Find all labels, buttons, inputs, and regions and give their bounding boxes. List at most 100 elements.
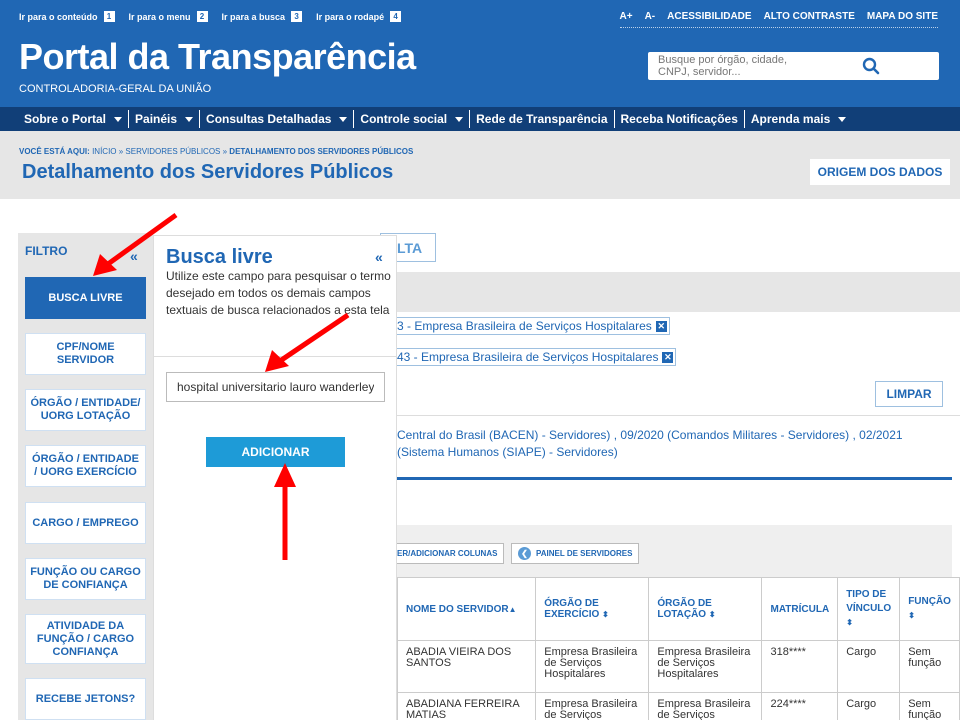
filter-atividade-funcao[interactable]: ATIVIDADE DA FUNÇÃO / CARGO CONFIANÇA — [25, 614, 146, 664]
font-increase-link[interactable]: A+ — [620, 11, 633, 22]
origem-dos-dados-button[interactable]: ORIGEM DOS DADOS — [810, 159, 950, 185]
cell-orgao-lotacao: Empresa Brasileira de Serviços Hospitala… — [648, 692, 763, 720]
column-header-label: NOME DO SERVIDOR — [406, 603, 509, 615]
site-map-link[interactable]: MAPA DO SITE — [867, 11, 938, 22]
skip-link-footer[interactable]: Ir para o rodapé 4 — [316, 11, 402, 22]
filter-cpf-nome[interactable]: CPF/NOME SERVIDOR — [25, 333, 146, 375]
search-icon[interactable] — [794, 53, 940, 79]
nav-item-paineis[interactable]: Painéis — [129, 110, 201, 128]
column-header-matricula[interactable]: MATRÍCULA — [761, 577, 839, 641]
double-chevron-left-icon[interactable]: « — [375, 249, 383, 265]
chevron-left-circle-icon: ❮ — [518, 547, 531, 560]
filter-recebe-jetons[interactable]: RECEBE JETONS? — [25, 678, 146, 720]
search-input[interactable]: Busque por órgão, cidade, CNPJ, servidor… — [648, 54, 794, 78]
results-table: NOME DO SERVIDOR▲ ÓRGÃO DE EXERCÍCIO ⬍ Ó… — [396, 577, 960, 720]
column-header-label: ÓRGÃO DE EXERCÍCIO — [544, 598, 600, 620]
breadcrumb-path[interactable]: INÍCIO » SERVIDORES PÚBLICOS » — [92, 147, 229, 156]
site-title[interactable]: Portal da Transparência — [19, 36, 416, 78]
nav-item-notificacoes[interactable]: Receba Notificações — [615, 110, 745, 128]
column-header-orgao-exercicio[interactable]: ÓRGÃO DE EXERCÍCIO ⬍ — [535, 577, 650, 641]
chevron-down-icon — [838, 116, 847, 122]
cell-funcao: Sem função — [899, 692, 960, 720]
nav-item-rede[interactable]: Rede de Transparência — [470, 110, 615, 128]
filter-orgao-exercicio[interactable]: ÓRGÃO / ENTIDADE / UORG EXERCÍCIO — [25, 445, 146, 487]
skip-link-label: Ir para o menu — [128, 11, 191, 22]
chevron-down-icon — [455, 116, 464, 122]
cell-orgao-lotacao: Empresa Brasileira de Serviços Hospitala… — [648, 640, 763, 693]
cell-orgao-exercicio: Empresa Brasileira de Serviços Hospitala… — [535, 640, 650, 693]
filter-panel: FILTRO « BUSCA LIVRE CPF/NOME SERVIDOR Ó… — [18, 233, 153, 720]
nav-item-sobre[interactable]: Sobre o Portal — [18, 110, 130, 128]
column-header-nome[interactable]: NOME DO SERVIDOR▲ — [396, 577, 537, 641]
filter-cargo-emprego[interactable]: CARGO / EMPREGO — [25, 502, 146, 544]
double-chevron-left-icon[interactable]: « — [130, 248, 138, 264]
add-columns-label: ER/ADICIONAR COLUNAS — [397, 549, 498, 558]
skip-link-menu[interactable]: Ir para o menu 2 — [129, 11, 208, 22]
breadcrumb-prefix: VOCÊ ESTÁ AQUI: — [19, 147, 90, 156]
filter-funcao-cargo[interactable]: FUNÇÃO OU CARGO DE CONFIANÇA — [25, 558, 146, 600]
divider — [380, 477, 952, 480]
table-header-row: NOME DO SERVIDOR▲ ÓRGÃO DE EXERCÍCIO ⬍ Ó… — [396, 577, 960, 641]
column-header-label: FUNÇÃO — [908, 596, 951, 607]
sort-asc-icon: ▲ — [508, 604, 517, 614]
skip-link-key: 3 — [291, 11, 303, 22]
site-header: Ir para o conteúdo 1 Ir para o menu 2 Ir p… — [0, 0, 960, 107]
site-search[interactable]: Busque por órgão, cidade, CNPJ, servidor… — [648, 52, 939, 80]
accessibility-links: A+ A- ACESSIBILIDADE ALTO CONTRASTE MAPA… — [619, 11, 938, 28]
add-columns-button[interactable]: ER/ADICIONAR COLUNAS — [380, 543, 505, 564]
chevron-down-icon — [114, 116, 123, 122]
skip-link-label: Ir para a busca — [221, 11, 286, 22]
busca-livre-description: Utilize este campo para pesquisar o term… — [166, 269, 391, 317]
close-icon[interactable]: ✕ — [655, 320, 667, 332]
skip-link-content[interactable]: Ir para o conteúdo 1 — [19, 11, 115, 22]
page-header: VOCÊ ESTÁ AQUI: INÍCIO » SERVIDORES PÚBL… — [0, 131, 960, 199]
table-row[interactable]: ABADIA VIEIRA DOS SANTOS Empresa Brasile… — [396, 640, 960, 693]
skip-link-search[interactable]: Ir para a busca 3 — [222, 11, 303, 22]
accessibility-link[interactable]: ACESSIBILIDADE — [667, 11, 751, 22]
skip-link-key: 2 — [196, 11, 208, 22]
skip-link-label: Ir para o conteúdo — [19, 11, 98, 22]
data-bases-info: Central do Brasil (BACEN) - Servidores) … — [380, 415, 960, 479]
column-header-label: ÓRGÃO DE LOTAÇÃO — [657, 598, 712, 620]
column-header-orgao-lotacao[interactable]: ÓRGÃO DE LOTAÇÃO ⬍ — [648, 577, 763, 641]
filter-chip-label: 3 - Empresa Brasileira de Serviços Hospi… — [397, 319, 652, 333]
table-row[interactable]: ABADIANA FERREIRA MATIAS Empresa Brasile… — [396, 692, 960, 720]
close-icon[interactable]: ✕ — [662, 351, 674, 363]
adicionar-button[interactable]: ADICIONAR — [206, 437, 345, 467]
busca-livre-input[interactable] — [166, 372, 385, 402]
column-header-tipo-vinculo[interactable]: TIPO DE VÍNCULO ⬍ — [837, 577, 901, 641]
nav-label: Receba Notificações — [620, 112, 738, 126]
limpar-button[interactable]: LIMPAR — [875, 381, 943, 407]
column-header-funcao[interactable]: FUNÇÃO ⬍ — [899, 577, 960, 641]
filter-orgao-lotacao[interactable]: ÓRGÃO / ENTIDADE/ UORG LOTAÇÃO — [25, 389, 146, 431]
painel-servidores-label: PAINEL DE SERVIDORES — [536, 549, 633, 558]
busca-livre-title: Busca livre — [166, 246, 273, 268]
cell-funcao: Sem função — [899, 640, 960, 693]
nav-label: Painéis — [135, 112, 178, 126]
skip-links: Ir para o conteúdo 1 Ir para o menu 2 Ir p… — [19, 11, 402, 22]
page-title: Detalhamento dos Servidores Públicos — [22, 161, 394, 183]
nav-item-aprenda[interactable]: Aprenda mais — [745, 110, 852, 128]
nav-label: Aprenda mais — [750, 112, 831, 126]
main-nav: Sobre o Portal Painéis Consultas Detalha… — [0, 107, 960, 131]
cell-tipo-vinculo: Cargo — [837, 640, 901, 693]
cell-nome[interactable]: ABADIA VIEIRA DOS SANTOS — [396, 640, 537, 693]
cell-nome[interactable]: ABADIANA FERREIRA MATIAS — [396, 692, 537, 720]
high-contrast-link[interactable]: ALTO CONTRASTE — [764, 11, 855, 22]
sort-icon: ⬍ — [602, 610, 609, 619]
skip-link-key: 1 — [103, 11, 115, 22]
busca-livre-panel: Busca livre « Utilize este campo para pe… — [153, 235, 397, 720]
filter-busca-livre[interactable]: BUSCA LIVRE — [25, 277, 146, 319]
nav-item-controle-social[interactable]: Controle social — [354, 110, 471, 128]
skip-link-label: Ir para o rodapé — [316, 11, 385, 22]
font-decrease-link[interactable]: A- — [645, 11, 656, 22]
chevron-down-icon — [185, 116, 194, 122]
breadcrumb-current: DETALHAMENTO DOS SERVIDORES PÚBLICOS — [229, 147, 414, 156]
nav-label: Rede de Transparência — [476, 112, 608, 126]
nav-label: Controle social — [360, 112, 448, 126]
cell-orgao-exercicio: Empresa Brasileira de Serviços Hospitala… — [535, 692, 650, 720]
sort-icon: ⬍ — [708, 610, 716, 619]
nav-item-consultas[interactable]: Consultas Detalhadas — [200, 110, 355, 128]
cell-matricula: 318**** — [761, 640, 839, 693]
painel-servidores-button[interactable]: ❮ PAINEL DE SERVIDORES — [511, 543, 640, 564]
